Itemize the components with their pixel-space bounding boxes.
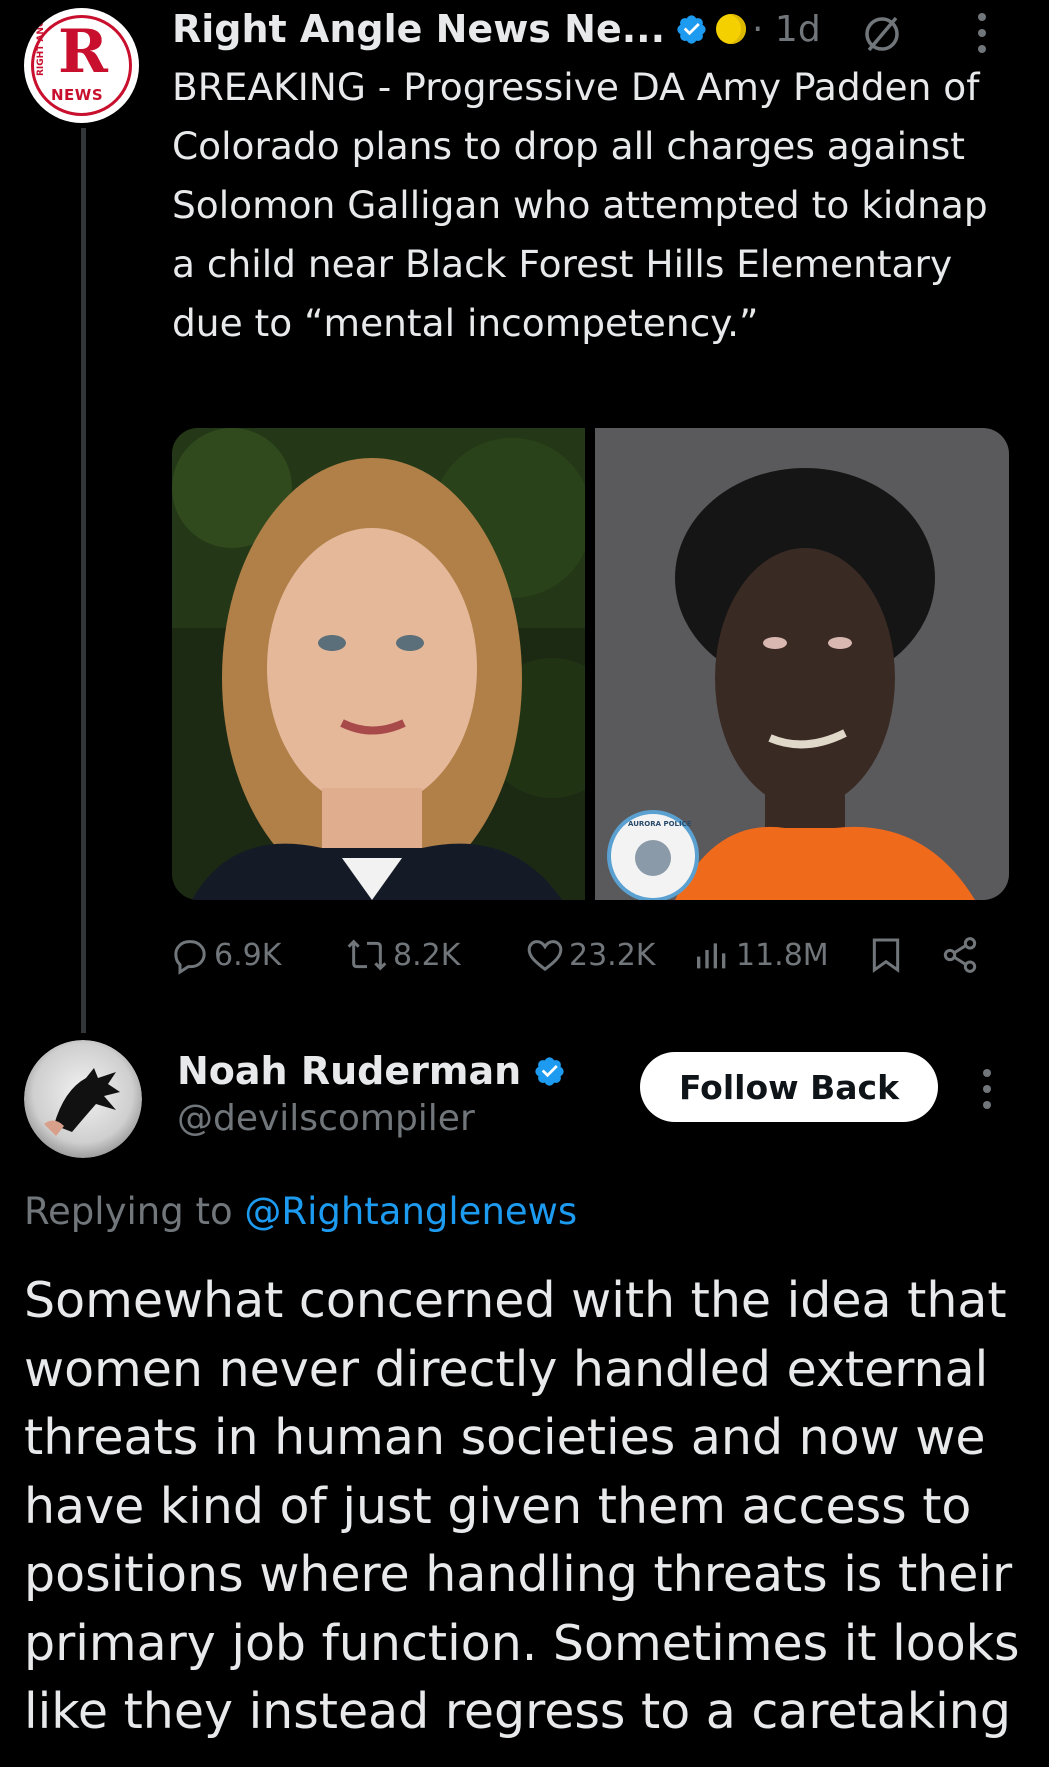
mugshot-seal-text: AURORA POLICE — [628, 820, 692, 828]
more-icon[interactable] — [975, 10, 989, 56]
views-button[interactable]: 11.8M — [692, 930, 829, 980]
repost-button[interactable]: 8.2K — [345, 930, 460, 980]
views-count: 11.8M — [736, 937, 829, 973]
repost-count: 8.2K — [393, 937, 461, 973]
reply-button[interactable]: 6.9K — [170, 930, 281, 980]
share-button[interactable] — [940, 930, 984, 980]
post-actions: 6.9K 8.2K 23.2K 11.8M — [170, 930, 1000, 980]
gold-badge-icon — [716, 14, 747, 44]
more-icon[interactable] — [980, 1066, 994, 1112]
bookmark-button[interactable] — [866, 930, 910, 980]
post-time[interactable]: · 1d — [752, 9, 821, 50]
replying-mention-link[interactable]: @Rightanglenews — [244, 1190, 577, 1233]
views-icon — [697, 943, 726, 969]
avatar[interactable]: R NEWS RIGHT ANGLE — [24, 8, 139, 123]
post-header: Right Angle News Ne... · 1d — [172, 4, 821, 54]
post-image-left[interactable] — [172, 428, 585, 900]
follow-back-button[interactable]: Follow Back — [640, 1052, 938, 1122]
like-icon — [527, 940, 563, 972]
post-text: BREAKING - Progressive DA Amy Padden of … — [172, 65, 988, 345]
thread-line — [81, 128, 86, 1033]
post-image-right[interactable]: AURORA POLICE — [595, 428, 1009, 900]
repost-icon — [347, 939, 387, 971]
like-button[interactable]: 23.2K — [525, 930, 655, 980]
like-count: 23.2K — [569, 937, 656, 973]
mute-icon[interactable] — [860, 12, 904, 56]
replying-prefix: Replying to — [24, 1190, 245, 1233]
author-name[interactable]: Right Angle News Ne... — [172, 7, 665, 51]
share-icon — [943, 937, 977, 973]
avatar-logo-letter: R — [58, 17, 108, 87]
reply-author-row: Noah Ruderman — [177, 1045, 566, 1097]
verified-badge-icon — [535, 1056, 564, 1086]
avatar-logo-word: NEWS — [51, 86, 104, 104]
reply-avatar[interactable] — [24, 1040, 142, 1158]
reply-text: Somewhat concerned with the idea that wo… — [24, 1272, 1020, 1740]
reply-count: 6.9K — [214, 937, 282, 973]
avatar-logo-vertical: RIGHT ANGLE — [36, 8, 46, 76]
reply-handle[interactable]: @devilscompiler — [177, 1098, 475, 1139]
replying-to: Replying to @Rightanglenews — [24, 1190, 577, 1233]
reply-icon — [174, 940, 206, 975]
bookmark-icon — [872, 938, 900, 973]
reply-author-name[interactable]: Noah Ruderman — [177, 1049, 521, 1093]
verified-badge-icon — [677, 14, 706, 44]
